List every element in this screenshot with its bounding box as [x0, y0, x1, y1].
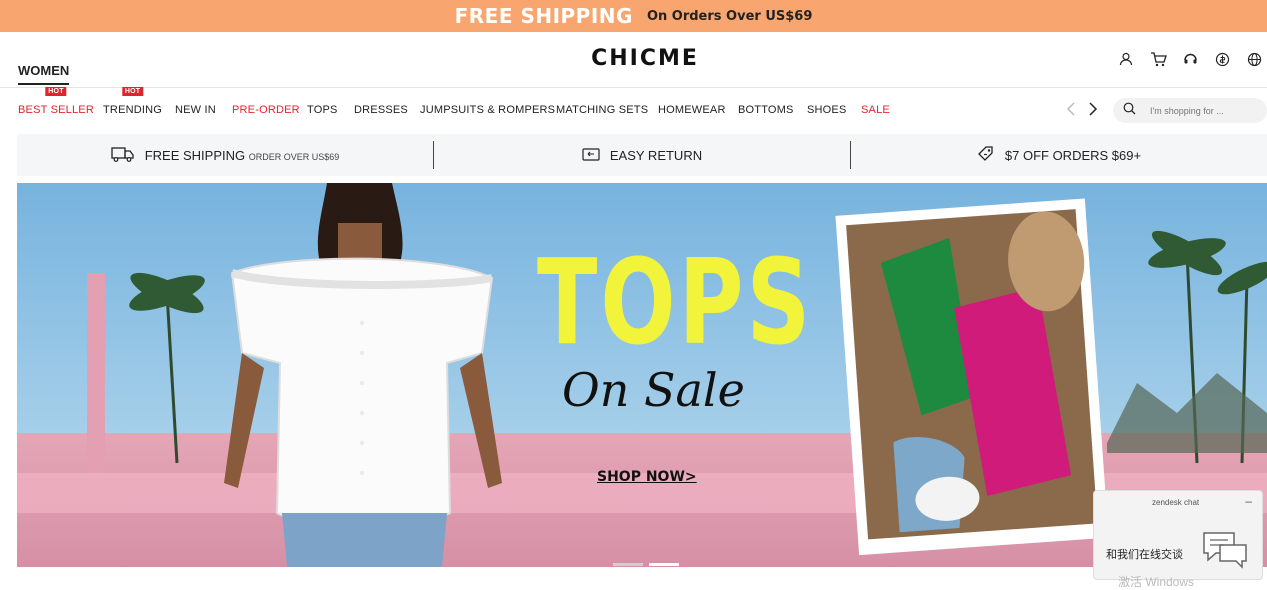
hero-banner[interactable]: TOPS On Sale SHOP NOW>: [17, 183, 1267, 567]
chevron-right-icon[interactable]: [1088, 101, 1098, 122]
benefit-discount[interactable]: $7 OFF ORDERS $69+: [851, 134, 1267, 176]
category-nav: HOT BEST SELLER HOT TRENDING NEW IN PRE-…: [0, 87, 1267, 132]
truck-icon: [111, 146, 135, 165]
return-icon: [582, 147, 600, 164]
product-photo: [835, 198, 1109, 556]
nav-item-jumpsuits[interactable]: JUMPSUITS & ROMPERS: [420, 104, 555, 116]
nav-item-pre-order[interactable]: PRE-ORDER: [232, 104, 300, 116]
header-actions: [1117, 50, 1263, 68]
nav-item-dresses[interactable]: DRESSES: [354, 104, 408, 116]
promo-subline: On Orders Over US$69: [646, 8, 813, 24]
site-logo[interactable]: CHICME: [0, 46, 1267, 71]
nav-item-new-in[interactable]: NEW IN: [175, 104, 216, 116]
search-input[interactable]: [1150, 105, 1250, 116]
windows-watermark: 激活 Windows: [1118, 575, 1195, 589]
promo-headline: FREE SHIPPING: [454, 4, 633, 28]
account-icon[interactable]: [1117, 50, 1135, 68]
nav-item-bottoms[interactable]: BOTTOMS: [738, 104, 794, 116]
hero-title: TOPS: [537, 233, 814, 371]
chat-message: 和我们在线交谈: [1106, 549, 1183, 561]
cart-icon[interactable]: [1149, 50, 1167, 68]
search-box: [1113, 98, 1267, 123]
nav-scroll-arrows: [1066, 101, 1098, 122]
nav-item-label: TRENDING: [103, 104, 163, 116]
nav-item-shoes[interactable]: SHOES: [807, 104, 847, 116]
nav-item-best-seller[interactable]: HOT BEST SELLER: [18, 87, 94, 116]
carousel-dot-active[interactable]: [649, 563, 679, 566]
chevron-left-icon[interactable]: [1066, 101, 1076, 122]
benefit-free-shipping[interactable]: FREE SHIPPING ORDER OVER US$69: [17, 134, 433, 176]
model-illustration: [224, 183, 502, 567]
currency-icon[interactable]: [1213, 50, 1231, 68]
hero-subtitle: On Sale: [562, 363, 745, 417]
site-header: WOMEN CHICME: [0, 32, 1267, 88]
benefit-discount-label: $7 OFF ORDERS $69+: [1004, 147, 1142, 163]
chat-widget[interactable]: zendesk chat – 和我们在线交谈 激活 Windows: [1093, 490, 1263, 589]
nav-item-matching-sets[interactable]: MATCHING SETS: [556, 104, 648, 116]
nav-item-homewear[interactable]: HOMEWEAR: [658, 104, 726, 116]
carousel-dots: [613, 563, 679, 566]
benefit-easy-return[interactable]: EASY RETURN: [434, 134, 850, 176]
nav-item-label: BEST SELLER: [18, 104, 94, 116]
shop-now-link[interactable]: SHOP NOW>: [597, 469, 697, 485]
nav-item-tops[interactable]: TOPS: [307, 104, 338, 116]
chat-title: zendesk chat: [1152, 498, 1200, 507]
benefit-shipping-sublabel: ORDER OVER US$69: [248, 151, 340, 162]
chat-minimize-button[interactable]: –: [1245, 494, 1252, 508]
globe-icon[interactable]: [1245, 50, 1263, 68]
carousel-dot[interactable]: [613, 563, 643, 566]
promo-banner[interactable]: FREE SHIPPING On Orders Over US$69: [0, 0, 1267, 32]
nav-item-sale[interactable]: SALE: [861, 104, 890, 116]
benefit-shipping-text: FREE SHIPPING ORDER OVER US$69: [145, 148, 340, 163]
search-icon[interactable]: [1123, 102, 1136, 120]
hot-badge: HOT: [45, 87, 67, 96]
nav-item-trending[interactable]: HOT TRENDING: [103, 87, 163, 116]
benefits-bar: FREE SHIPPING ORDER OVER US$69 EASY RETU…: [17, 134, 1267, 176]
benefit-shipping-label: FREE SHIPPING: [144, 147, 246, 163]
support-icon[interactable]: [1181, 50, 1199, 68]
hot-badge: HOT: [121, 87, 144, 96]
chat-bubble-icon: [1200, 529, 1250, 574]
tag-icon: [977, 145, 995, 166]
benefit-return-label: EASY RETURN: [609, 147, 703, 163]
